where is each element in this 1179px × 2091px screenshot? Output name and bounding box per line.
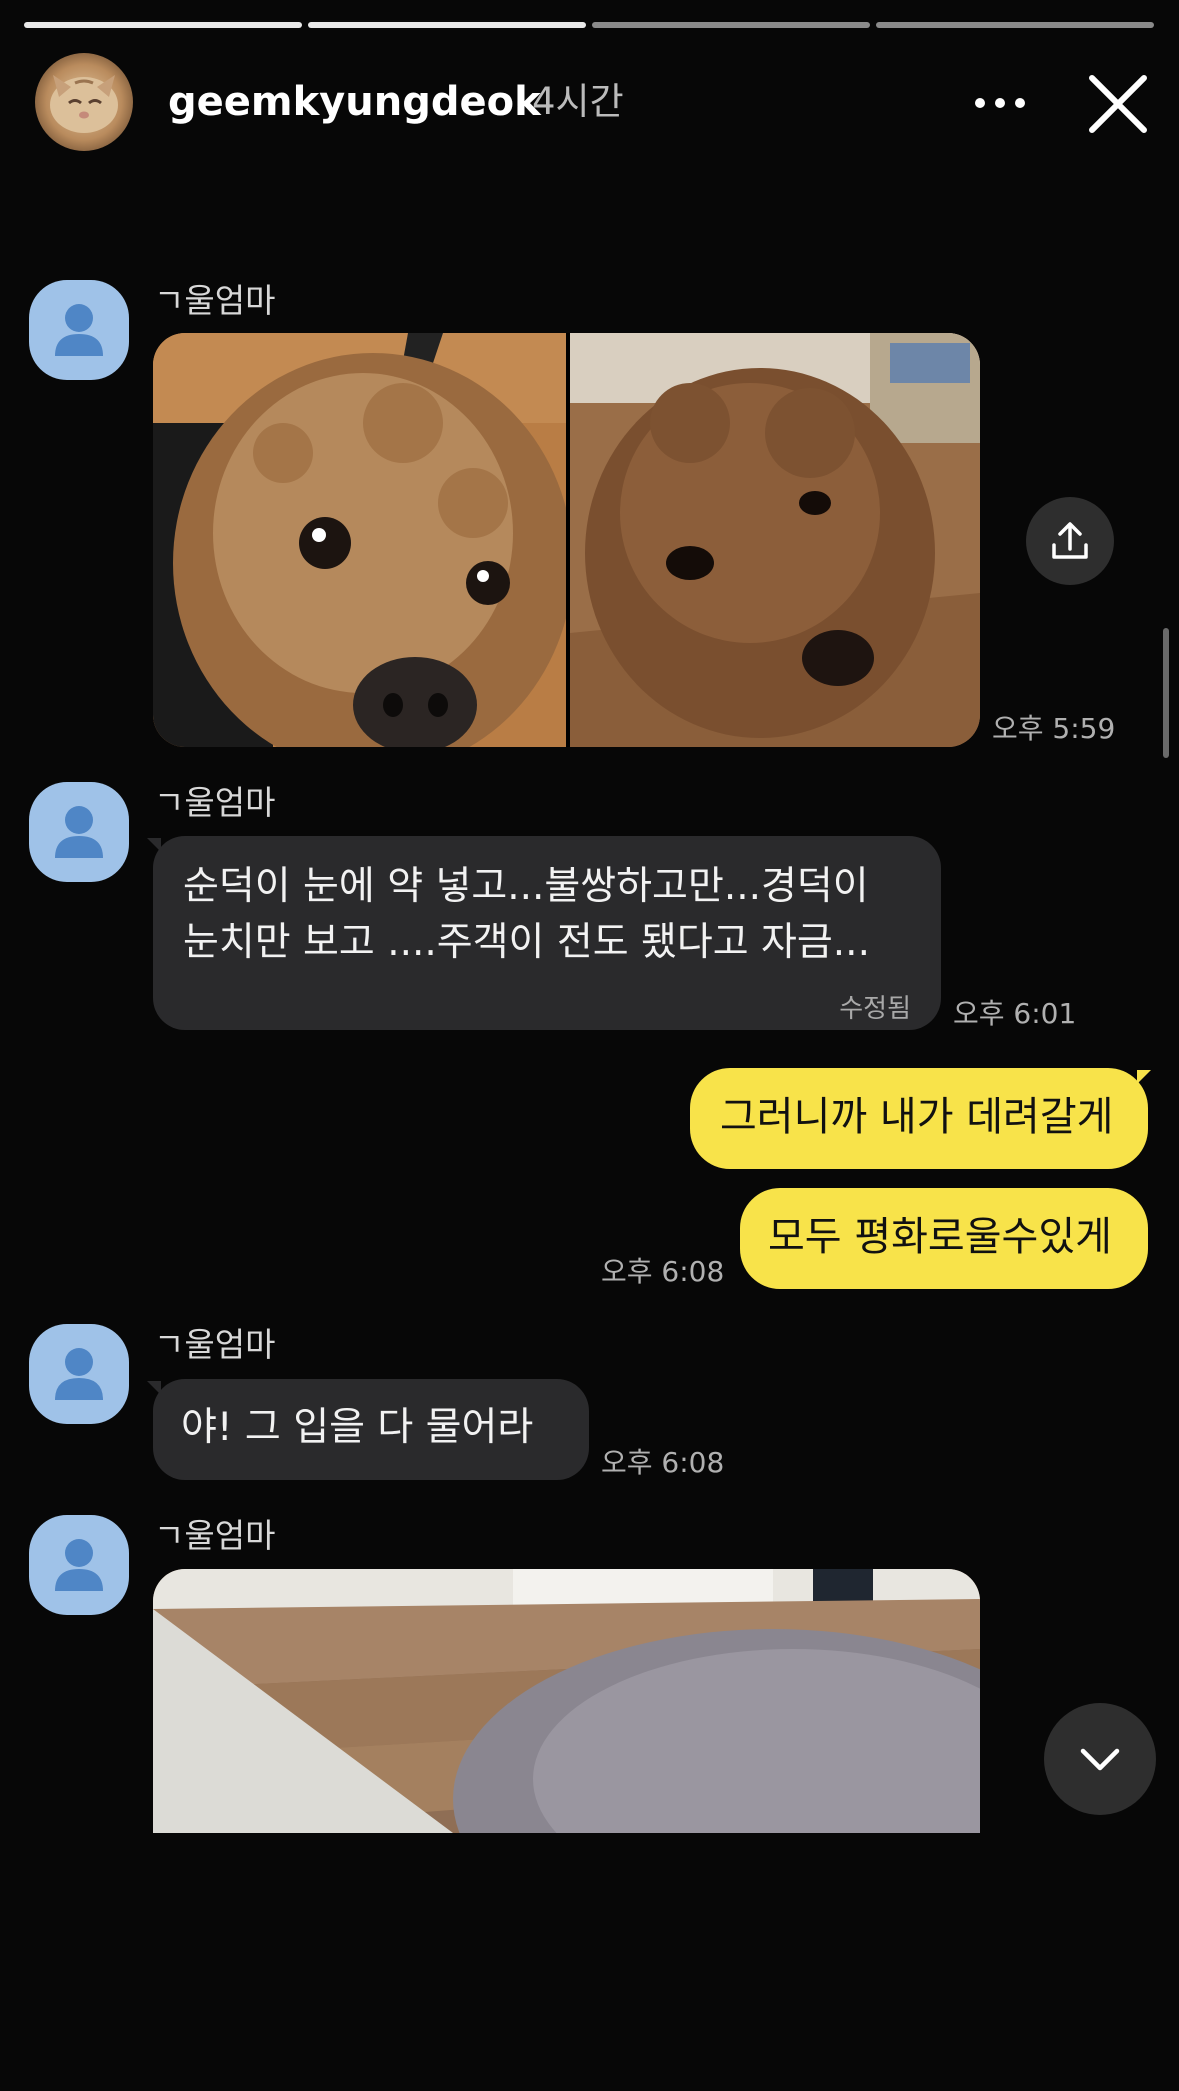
outgoing-message-bubble[interactable]: 모두 평화로울수있게 bbox=[740, 1188, 1148, 1289]
message-timestamp: 오후 6:08 bbox=[601, 1255, 725, 1288]
message-line: 야! 그 입을 다 물어라 bbox=[181, 1405, 534, 1450]
progress-segment-1 bbox=[24, 22, 302, 28]
message-line: 순덕이 눈에 약 넣고...불쌍하고만...경덕이 bbox=[183, 864, 869, 909]
story-username[interactable]: geemkyungdeok bbox=[168, 78, 541, 126]
more-dots-icon[interactable] bbox=[972, 86, 1028, 120]
person-icon bbox=[55, 806, 103, 858]
outgoing-message-bubble[interactable]: 그러니까 내가 데려갈게 bbox=[690, 1068, 1148, 1169]
message-bubble[interactable]: 순덕이 눈에 약 넣고...불쌍하고만...경덕이 눈치만 보고 ....주객이… bbox=[153, 836, 941, 1030]
message-bubble[interactable]: 야! 그 입을 다 물어라 bbox=[153, 1379, 589, 1480]
story-avatar[interactable] bbox=[35, 53, 133, 151]
close-icon[interactable] bbox=[1084, 70, 1152, 138]
sender-name: ㄱ울엄마 bbox=[154, 281, 276, 320]
person-icon bbox=[55, 1539, 103, 1591]
message-timestamp: 오후 6:08 bbox=[601, 1446, 725, 1479]
edited-label: 수정됨 bbox=[839, 994, 911, 1024]
scrollbar[interactable] bbox=[1163, 628, 1169, 758]
message-timestamp: 오후 5:59 bbox=[992, 712, 1116, 745]
sender-profile-picture[interactable] bbox=[29, 1324, 129, 1424]
person-icon bbox=[55, 1348, 103, 1400]
shared-photos[interactable] bbox=[153, 333, 980, 747]
message-text: 그러니까 내가 데려갈게 bbox=[720, 1094, 1114, 1140]
share-button[interactable] bbox=[1026, 497, 1114, 585]
sender-profile-picture[interactable] bbox=[29, 1515, 129, 1615]
progress-segment-4 bbox=[876, 22, 1154, 28]
poodle-floor-photo[interactable] bbox=[570, 333, 980, 747]
sender-profile-picture[interactable] bbox=[29, 280, 129, 380]
message-timestamp: 오후 6:01 bbox=[953, 997, 1077, 1030]
sender-profile-picture[interactable] bbox=[29, 782, 129, 882]
progress-segment-3 bbox=[592, 22, 870, 28]
person-icon bbox=[55, 304, 103, 356]
share-icon[interactable] bbox=[1026, 497, 1114, 585]
message-line: 눈치만 보고 ....주객이 전도 됐다고 자금... bbox=[183, 920, 870, 965]
scroll-to-bottom-button[interactable] bbox=[1044, 1703, 1156, 1815]
message-text: 모두 평화로울수있게 bbox=[768, 1214, 1112, 1260]
sender-name: ㄱ울엄마 bbox=[154, 1516, 276, 1555]
sender-name: ㄱ울엄마 bbox=[154, 783, 276, 822]
story-time-ago: 4시간 bbox=[532, 80, 624, 123]
progress-segment-2 bbox=[308, 22, 586, 28]
gray-cat-photo[interactable] bbox=[153, 1569, 980, 1833]
sender-name: ㄱ울엄마 bbox=[154, 1325, 276, 1364]
poodle-closeup-photo[interactable] bbox=[153, 333, 566, 747]
chevron-down-icon bbox=[1080, 1748, 1120, 1771]
